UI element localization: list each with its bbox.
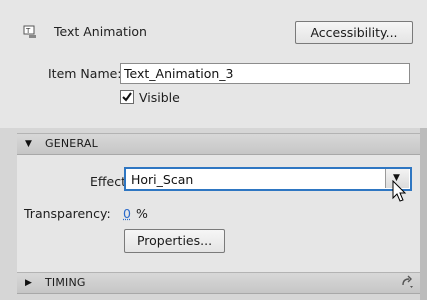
expanded-triangle-icon: ▼ xyxy=(25,139,32,149)
section-general-title: GENERAL xyxy=(45,137,98,150)
effect-select[interactable]: Hori_Scan xyxy=(124,167,412,191)
svg-text:T: T xyxy=(25,27,31,35)
properties-header: T Text Animation Accessibility... Item N… xyxy=(0,0,427,128)
properties-button[interactable]: Properties... xyxy=(124,229,225,253)
visible-checkbox[interactable] xyxy=(120,90,134,104)
panel-title: Text Animation xyxy=(54,24,147,39)
transparency-unit: % xyxy=(136,206,148,221)
reset-icon[interactable] xyxy=(400,275,414,289)
collapsed-triangle-icon: ▶ xyxy=(25,278,32,288)
visible-label: Visible xyxy=(139,90,180,105)
text-animation-icon: T xyxy=(23,25,36,38)
transparency-value[interactable]: 0 xyxy=(123,206,131,221)
section-timing-title: TIMING xyxy=(45,276,86,289)
accessibility-button[interactable]: Accessibility... xyxy=(295,21,413,44)
section-general-header[interactable]: ▼ GENERAL xyxy=(17,133,420,155)
mouse-cursor-icon xyxy=(392,180,407,202)
transparency-label: Transparency: xyxy=(24,206,111,221)
item-name-label: Item Name: xyxy=(48,66,122,81)
item-name-input[interactable]: Text_Animation_3 xyxy=(120,63,410,84)
scrollbar-track[interactable] xyxy=(420,128,427,300)
section-timing-header[interactable]: ▶ TIMING xyxy=(17,272,420,294)
checkmark-icon xyxy=(122,92,132,102)
